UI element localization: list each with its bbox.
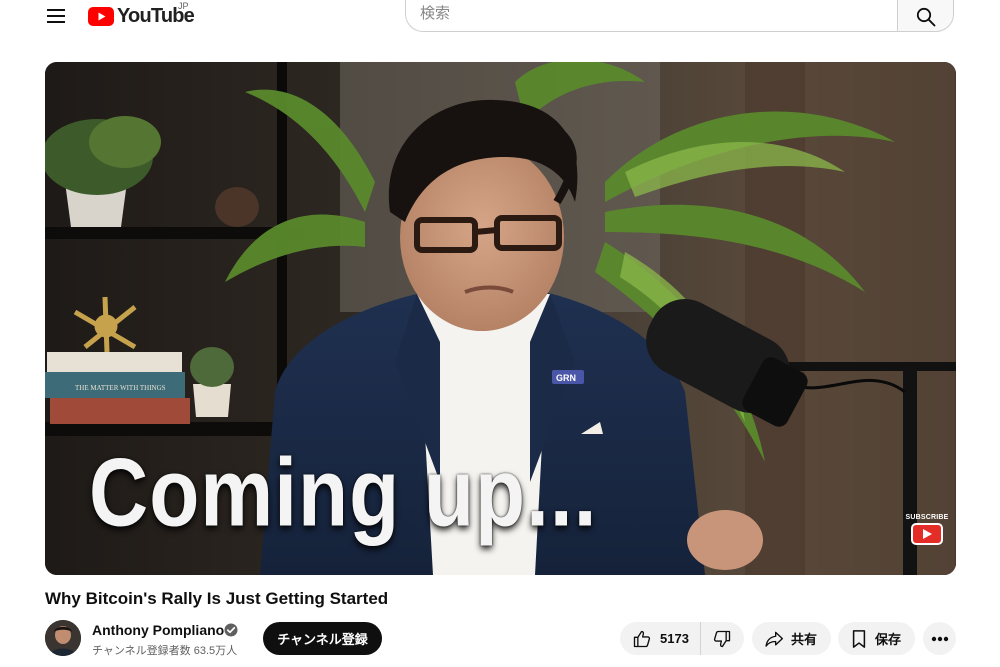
lapel-pin-text: GRN — [556, 373, 576, 383]
channel-name[interactable]: Anthony Pompliano — [92, 622, 224, 638]
search-input[interactable] — [420, 5, 897, 22]
small-pot — [193, 384, 231, 417]
watermark-play-icon — [911, 523, 943, 545]
coming-up-overlay-text: Coming up... — [89, 439, 598, 547]
book-spine-text: THE MATTER WITH THINGS — [75, 384, 166, 392]
succulent — [190, 347, 234, 387]
like-dislike-segmented: 5173 — [620, 622, 744, 655]
guide-menu-button[interactable] — [40, 2, 72, 30]
bookmark-icon — [852, 629, 866, 648]
magnifier-icon — [916, 7, 935, 26]
like-button[interactable]: 5173 — [620, 622, 701, 655]
share-arrow-icon — [765, 631, 783, 647]
thumbs-down-icon — [713, 630, 731, 647]
save-label: 保存 — [875, 632, 902, 647]
like-count: 5173 — [660, 631, 689, 646]
save-button[interactable]: 保存 — [838, 622, 916, 655]
channel-avatar[interactable] — [45, 620, 81, 656]
dislike-button[interactable] — [701, 622, 744, 655]
person-hand — [687, 510, 763, 570]
share-button[interactable]: 共有 — [752, 622, 832, 655]
region-code: JP — [178, 1, 189, 11]
youtube-play-logo-icon — [88, 6, 114, 26]
share-label: 共有 — [791, 632, 818, 647]
subscribe-button[interactable]: チャンネル登録 — [263, 622, 382, 655]
candle-holder — [215, 187, 259, 227]
avatar-image — [45, 620, 81, 656]
subscribe-watermark[interactable]: SUBSCRIBE — [905, 514, 949, 554]
more-actions-button[interactable] — [923, 622, 956, 655]
book-3 — [50, 398, 190, 424]
subscribe-watermark-label: SUBSCRIBE — [905, 514, 949, 521]
masthead: YouTube JP — [0, 0, 1000, 34]
search-button[interactable] — [897, 0, 954, 32]
verified-badge-icon — [224, 623, 238, 637]
subscriber-count: チャンネル登録者数 63.5万人 — [92, 645, 238, 657]
shelf-bottom — [45, 422, 295, 436]
book-1 — [47, 352, 182, 372]
video-player[interactable]: THE MATTER WITH THINGS GRN Coming up... … — [45, 62, 956, 575]
search-box[interactable] — [405, 0, 897, 32]
video-title: Why Bitcoin's Rally Is Just Getting Star… — [45, 589, 389, 608]
plant-leaves-2 — [89, 116, 161, 168]
more-horizontal-icon — [931, 636, 948, 641]
thumbs-up-icon — [633, 630, 651, 647]
hamburger-menu-icon — [47, 9, 65, 23]
